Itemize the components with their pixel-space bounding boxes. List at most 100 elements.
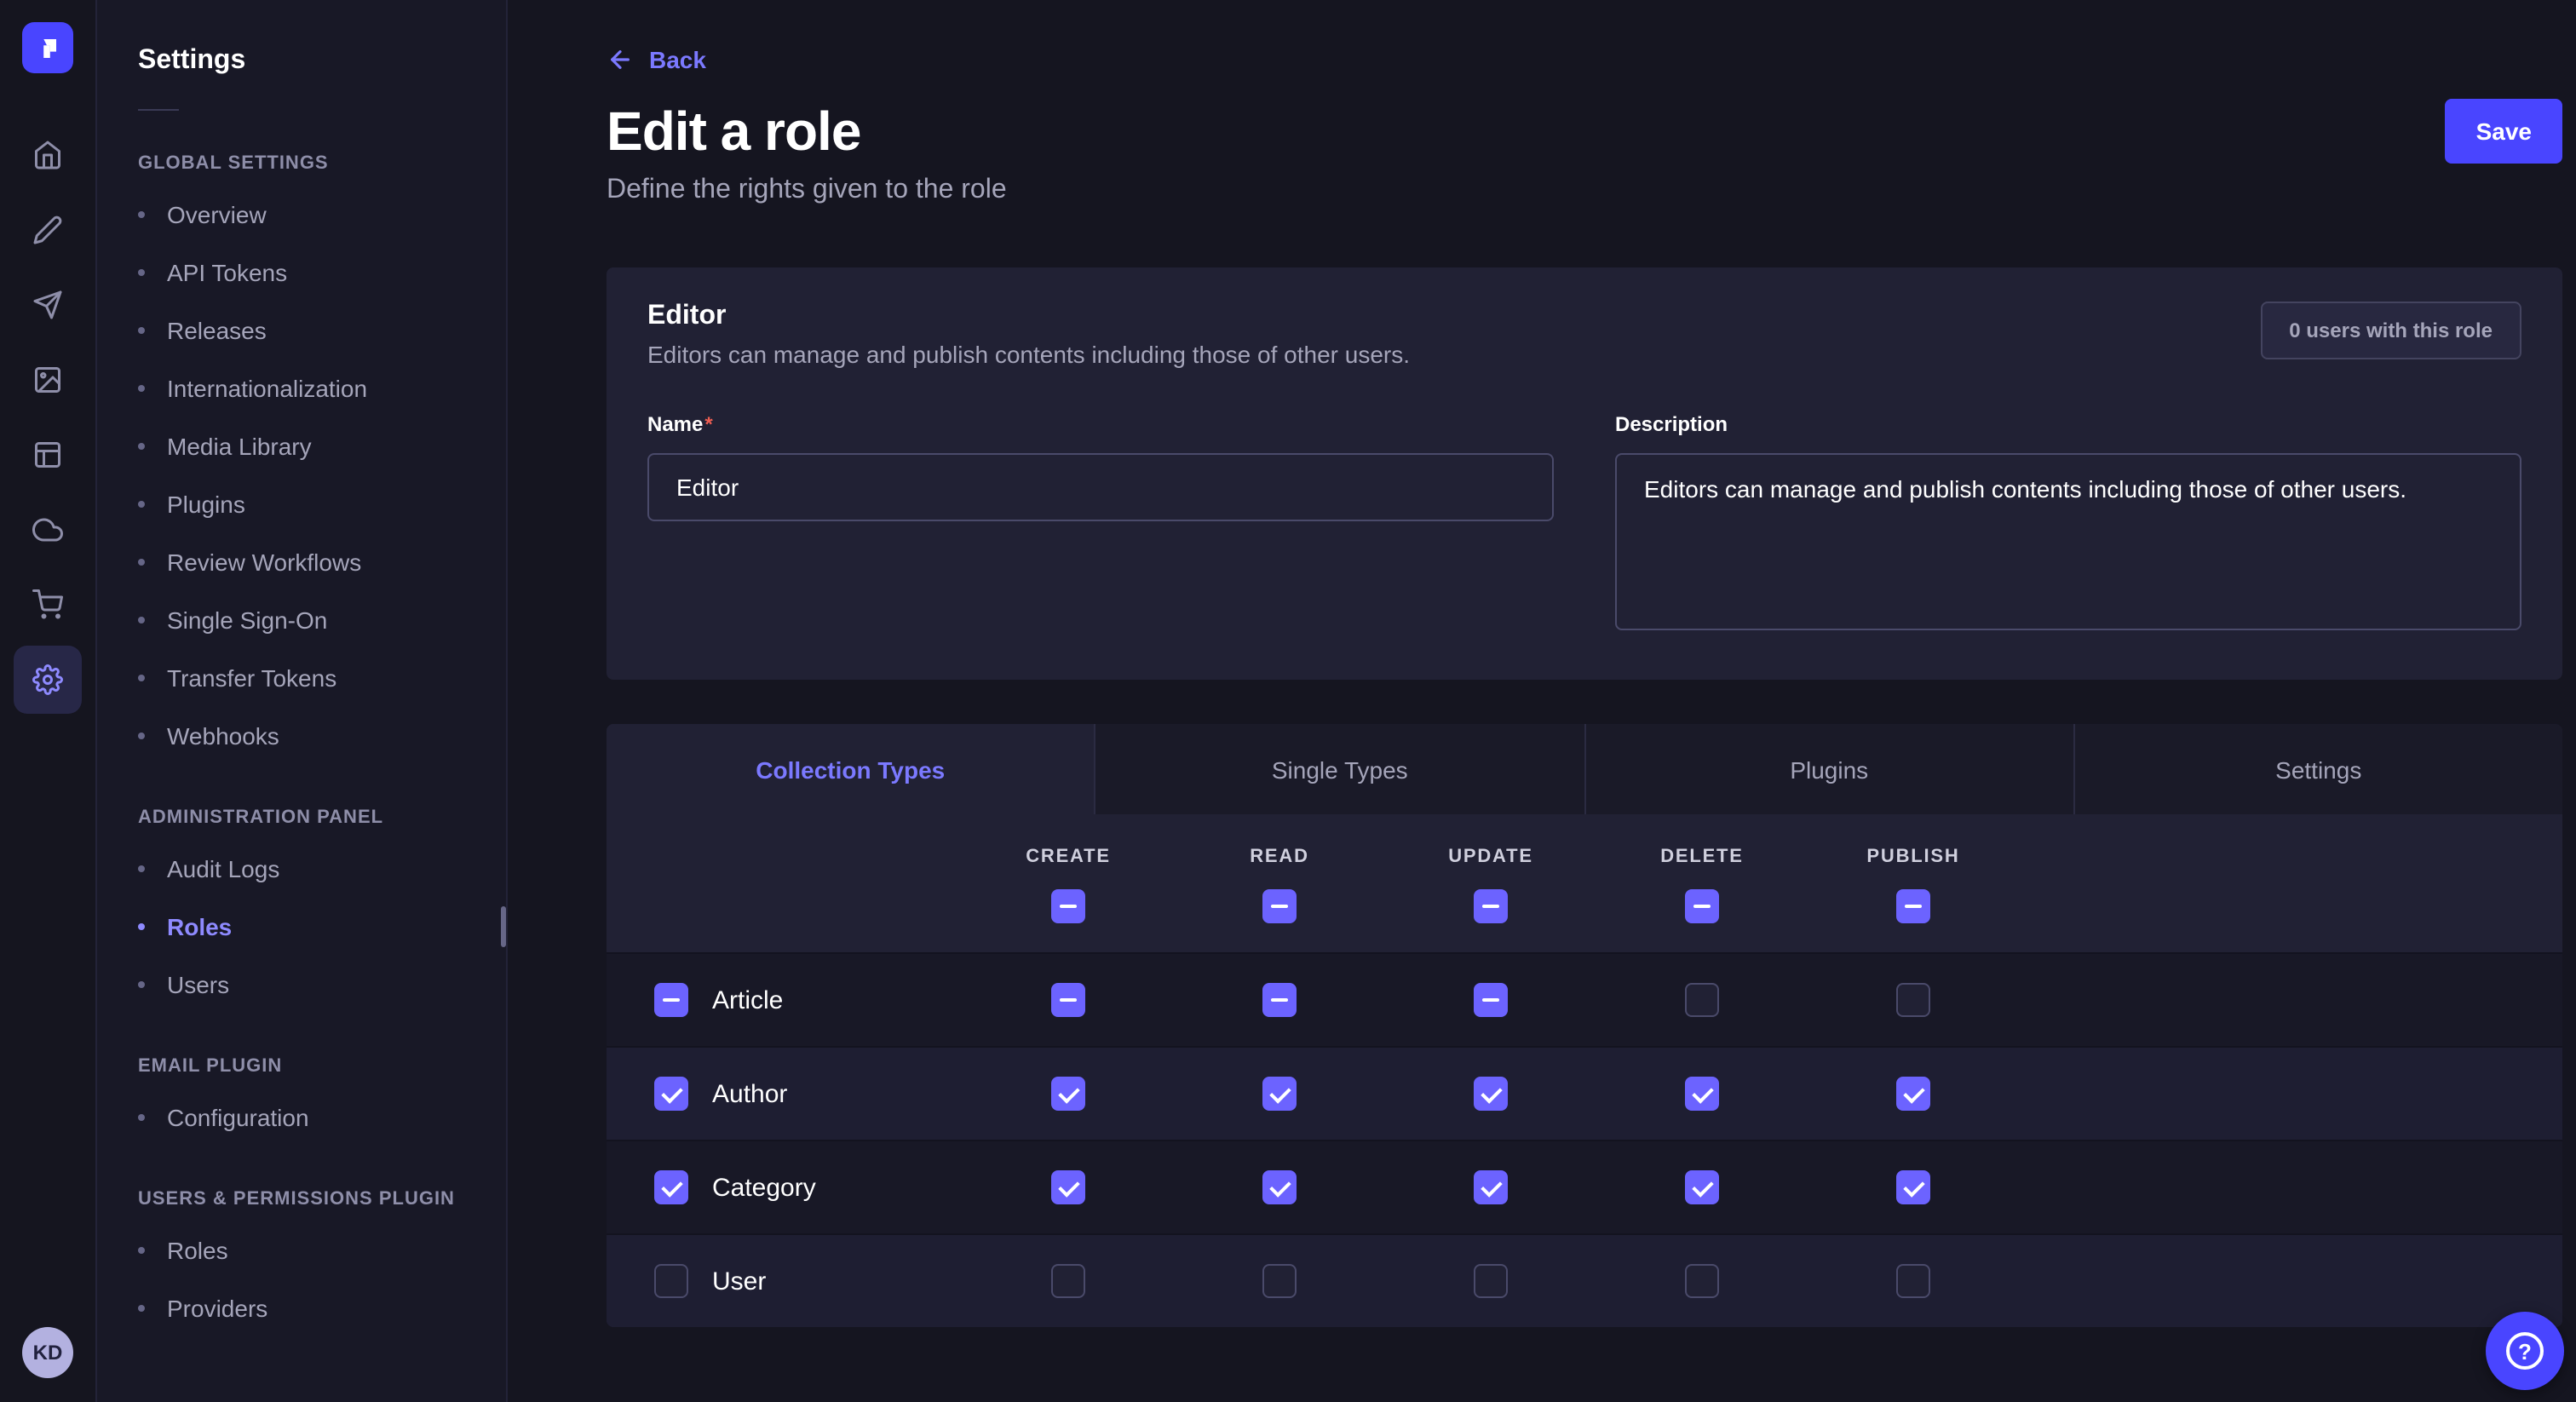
bullet-icon [138, 865, 145, 872]
select-all-publish-checkbox[interactable] [1896, 889, 1930, 923]
divider [138, 109, 179, 111]
category-read-checkbox[interactable] [1262, 1170, 1297, 1204]
category-update-checkbox[interactable] [1474, 1170, 1508, 1204]
author-update-checkbox[interactable] [1474, 1077, 1508, 1111]
name-field-group: Name* [647, 409, 1554, 639]
subnav-item-users[interactable]: Users [138, 956, 465, 1014]
subnav-item-review-workflows[interactable]: Review Workflows [138, 533, 465, 591]
role-details-card: Editor Editors can manage and publish co… [607, 267, 2562, 680]
subnav-item-configuration[interactable]: Configuration [138, 1089, 465, 1146]
media-library-nav-button[interactable] [14, 346, 82, 414]
back-label: Back [649, 46, 706, 73]
subnav-item-label: Providers [167, 1295, 267, 1322]
author-create-checkbox[interactable] [1051, 1077, 1085, 1111]
article-create-checkbox[interactable] [1051, 983, 1085, 1017]
user-read-checkbox[interactable] [1262, 1264, 1297, 1298]
description-textarea[interactable]: Editors can manage and publish contents … [1615, 453, 2521, 630]
select-all-create-checkbox[interactable] [1051, 889, 1085, 923]
user-create-checkbox[interactable] [1051, 1264, 1085, 1298]
subnav-item-single-sign-on[interactable]: Single Sign-On [138, 591, 465, 649]
article-publish-checkbox[interactable] [1896, 983, 1930, 1017]
deploy-nav-button[interactable] [14, 271, 82, 339]
select-all-read-checkbox[interactable] [1262, 889, 1297, 923]
author-publish-checkbox[interactable] [1896, 1077, 1930, 1111]
required-star: * [704, 412, 712, 436]
bullet-icon [138, 1247, 145, 1254]
select-all-delete-checkbox[interactable] [1685, 889, 1719, 923]
shopping-cart-icon [32, 589, 63, 620]
main-nav: KD [0, 0, 97, 1402]
tab-single-types[interactable]: Single Types [1096, 724, 1586, 814]
layout-icon [32, 440, 63, 470]
bullet-icon [138, 559, 145, 566]
marketplace-nav-button[interactable] [14, 571, 82, 639]
author-read-checkbox[interactable] [1262, 1077, 1297, 1111]
help-button[interactable]: ? [2486, 1312, 2564, 1390]
strapi-logo[interactable] [22, 22, 73, 73]
subnav-item-label: Media Library [167, 433, 312, 460]
save-button[interactable]: Save [2446, 99, 2562, 164]
subnav-item-api-tokens[interactable]: API Tokens [138, 244, 465, 302]
subnav-item-releases[interactable]: Releases [138, 302, 465, 359]
category-row-checkbox[interactable] [654, 1170, 688, 1204]
bullet-icon [138, 923, 145, 930]
article-read-checkbox[interactable] [1262, 983, 1297, 1017]
role-description-text: Editors can manage and publish contents … [647, 341, 1410, 368]
select-all-update-checkbox[interactable] [1474, 889, 1508, 923]
subnav-item-label: Releases [167, 317, 267, 344]
row-label-article: Article [712, 985, 783, 1014]
user-update-checkbox[interactable] [1474, 1264, 1508, 1298]
article-delete-checkbox[interactable] [1685, 983, 1719, 1017]
category-create-checkbox[interactable] [1051, 1170, 1085, 1204]
subnav-item-label: API Tokens [167, 259, 287, 286]
author-row-checkbox[interactable] [654, 1077, 688, 1111]
article-update-checkbox[interactable] [1474, 983, 1508, 1017]
name-input[interactable] [647, 453, 1554, 521]
user-delete-checkbox[interactable] [1685, 1264, 1719, 1298]
tab-collection-types[interactable]: Collection Types [607, 724, 1096, 814]
category-delete-checkbox[interactable] [1685, 1170, 1719, 1204]
home-nav-button[interactable] [14, 121, 82, 189]
app-window: KD Settings GLOBAL SETTINGS Overview API… [0, 0, 2576, 1402]
subnav-item-webhooks[interactable]: Webhooks [138, 707, 465, 765]
back-link[interactable]: Back [607, 46, 706, 73]
bullet-icon [138, 501, 145, 508]
article-row-checkbox[interactable] [654, 983, 688, 1017]
pen-icon [32, 215, 63, 245]
bullet-icon [138, 443, 145, 450]
user-row-checkbox[interactable] [654, 1264, 688, 1298]
description-field-label: Description [1615, 412, 1728, 436]
section-heading-administration: ADMINISTRATION PANEL [138, 807, 465, 828]
subnav-item-label: Configuration [167, 1104, 309, 1131]
subnav-item-label: Webhooks [167, 722, 279, 750]
section-heading-email: EMAIL PLUGIN [138, 1056, 465, 1077]
active-indicator [501, 906, 506, 947]
subnav-item-transfer-tokens[interactable]: Transfer Tokens [138, 649, 465, 707]
content-manager-nav-button[interactable] [14, 421, 82, 489]
subnav-item-roles[interactable]: Roles [138, 898, 465, 956]
subnav-item-overview[interactable]: Overview [138, 186, 465, 244]
tab-plugins[interactable]: Plugins [1585, 724, 2075, 814]
cloud-icon [32, 514, 63, 545]
content-type-builder-nav-button[interactable] [14, 196, 82, 264]
settings-nav-button[interactable] [14, 646, 82, 714]
cloud-nav-button[interactable] [14, 496, 82, 564]
paper-plane-icon [32, 290, 63, 320]
gear-icon [32, 664, 63, 695]
user-avatar[interactable]: KD [22, 1327, 73, 1378]
author-delete-checkbox[interactable] [1685, 1077, 1719, 1111]
subnav-item-up-roles[interactable]: Roles [138, 1221, 465, 1279]
column-header-create: CREATE [963, 847, 1174, 867]
subnav-item-internationalization[interactable]: Internationalization [138, 359, 465, 417]
subnav-item-up-providers[interactable]: Providers [138, 1279, 465, 1337]
subnav-item-label: Review Workflows [167, 549, 361, 576]
subnav-item-audit-logs[interactable]: Audit Logs [138, 840, 465, 898]
subnav-item-plugins[interactable]: Plugins [138, 475, 465, 533]
user-publish-checkbox[interactable] [1896, 1264, 1930, 1298]
permissions-card: Collection Types Single Types Plugins Se… [607, 724, 2562, 1327]
bullet-icon [138, 1305, 145, 1312]
users-with-role-badge[interactable]: 0 users with this role [2260, 302, 2521, 359]
tab-settings[interactable]: Settings [2075, 724, 2563, 814]
category-publish-checkbox[interactable] [1896, 1170, 1930, 1204]
subnav-item-media-library[interactable]: Media Library [138, 417, 465, 475]
